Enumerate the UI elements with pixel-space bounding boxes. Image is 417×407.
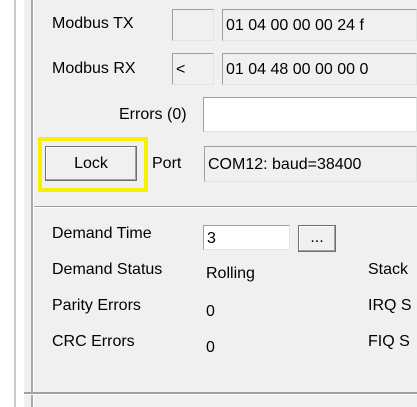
demand-time-label: Demand Time (52, 225, 152, 242)
modbus-rx-indicator: < (172, 53, 214, 85)
lock-button[interactable]: Lock (45, 146, 137, 181)
errors-field[interactable] (203, 97, 417, 132)
modbus-rx-field: 01 04 48 00 00 00 0 (222, 53, 417, 85)
panel-border-highlight (33, 0, 34, 407)
stack-label: Stack (368, 261, 409, 278)
left-margin (0, 0, 14, 407)
fiq-label: FIQ S (368, 333, 410, 350)
left-divider (14, 0, 16, 407)
modbus-tx-label: Modbus TX (52, 15, 134, 32)
errors-label: Errors (0) (119, 106, 187, 123)
irq-label: IRQ S (368, 297, 412, 314)
crc-errors-label: CRC Errors (52, 333, 135, 350)
parity-errors-label: Parity Errors (52, 297, 141, 314)
demand-time-browse-button[interactable]: ... (298, 225, 336, 252)
section-separator-highlight (34, 207, 417, 208)
modbus-tx-indicator (172, 9, 214, 41)
crc-errors-field: 0 (203, 331, 335, 357)
demand-status-field: Rolling (203, 262, 335, 287)
port-label: Port (152, 155, 182, 172)
demand-time-field[interactable]: 3 (203, 225, 290, 250)
modbus-tx-field: 01 04 00 00 00 24 f (222, 9, 417, 41)
port-field: COM12: baud=38400 (204, 146, 417, 182)
demand-status-label: Demand Status (52, 261, 163, 278)
bottom-border-highlight (24, 394, 417, 395)
modbus-rx-label: Modbus RX (52, 60, 136, 77)
parity-errors-field: 0 (203, 296, 335, 322)
